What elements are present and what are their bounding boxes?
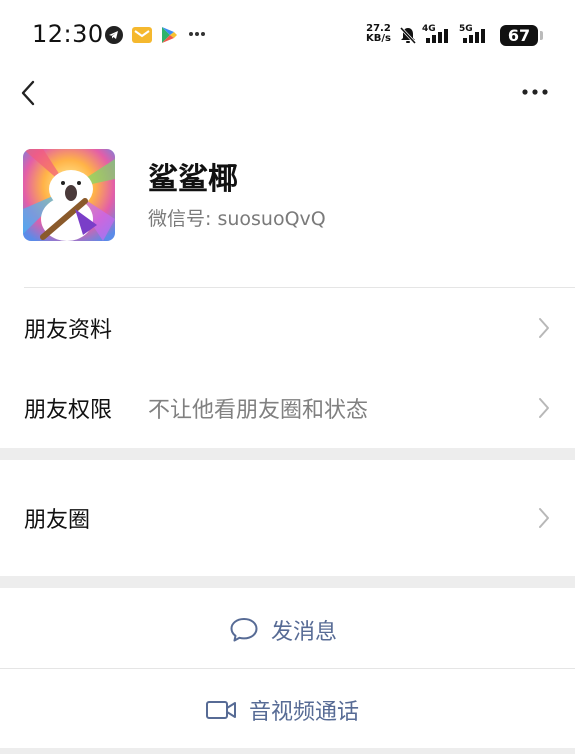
app-store-icon [162,27,177,43]
chat-bubble-icon [230,618,258,642]
profile-header: 鲨鲨椰 微信号: suosuoQvQ [0,140,575,285]
row-label: 朋友资料 [24,318,113,343]
video-call-button[interactable]: 音视频通话 [0,670,575,748]
status-bar: 12:30 27.2 KB/s 4G 5G 67 [0,0,575,70]
mail-icon [132,27,152,43]
row-moments[interactable]: 朋友圈 [0,478,575,558]
net-speed: 27.2 KB/s [366,24,391,44]
wechat-id-value: suosuoQvQ [217,208,326,230]
row-friend-permissions[interactable]: 朋友权限 不让他看朋友圈和状态 [0,368,575,448]
overflow-dots-icon [189,32,205,36]
divider [0,668,575,669]
status-time: 12:30 [32,20,104,48]
chevron-left-icon[interactable] [18,78,40,108]
row-value: 不让他看朋友圈和状态 [148,398,369,423]
chevron-right-icon [539,398,549,418]
signal-icon [426,29,448,43]
wechat-id-label: 微信号: [148,208,212,230]
row-label: 朋友圈 [24,508,91,533]
send-message-button[interactable]: 发消息 [0,590,575,668]
video-camera-icon [206,701,236,719]
net-speed-unit: KB/s [366,33,391,44]
mute-bell-icon [399,26,417,45]
section-gap [0,448,575,460]
video-call-label: 音视频通话 [249,700,360,725]
contact-name: 鲨鲨椰 [148,162,238,197]
avatar[interactable] [23,149,115,241]
nav-bar [0,70,575,116]
wechat-id: 微信号: suosuoQvQ [148,204,326,231]
battery-icon: 67 [500,25,543,46]
more-dots-icon[interactable] [516,82,556,102]
section-gap [0,576,575,588]
telegram-icon [105,26,123,44]
signal-icon [463,29,485,43]
send-message-label: 发消息 [271,620,338,645]
row-friend-info[interactable]: 朋友资料 [0,288,575,368]
chevron-right-icon [539,508,549,528]
row-label: 朋友权限 [24,398,113,423]
chevron-right-icon [539,318,549,338]
bottom-gap [0,748,575,754]
